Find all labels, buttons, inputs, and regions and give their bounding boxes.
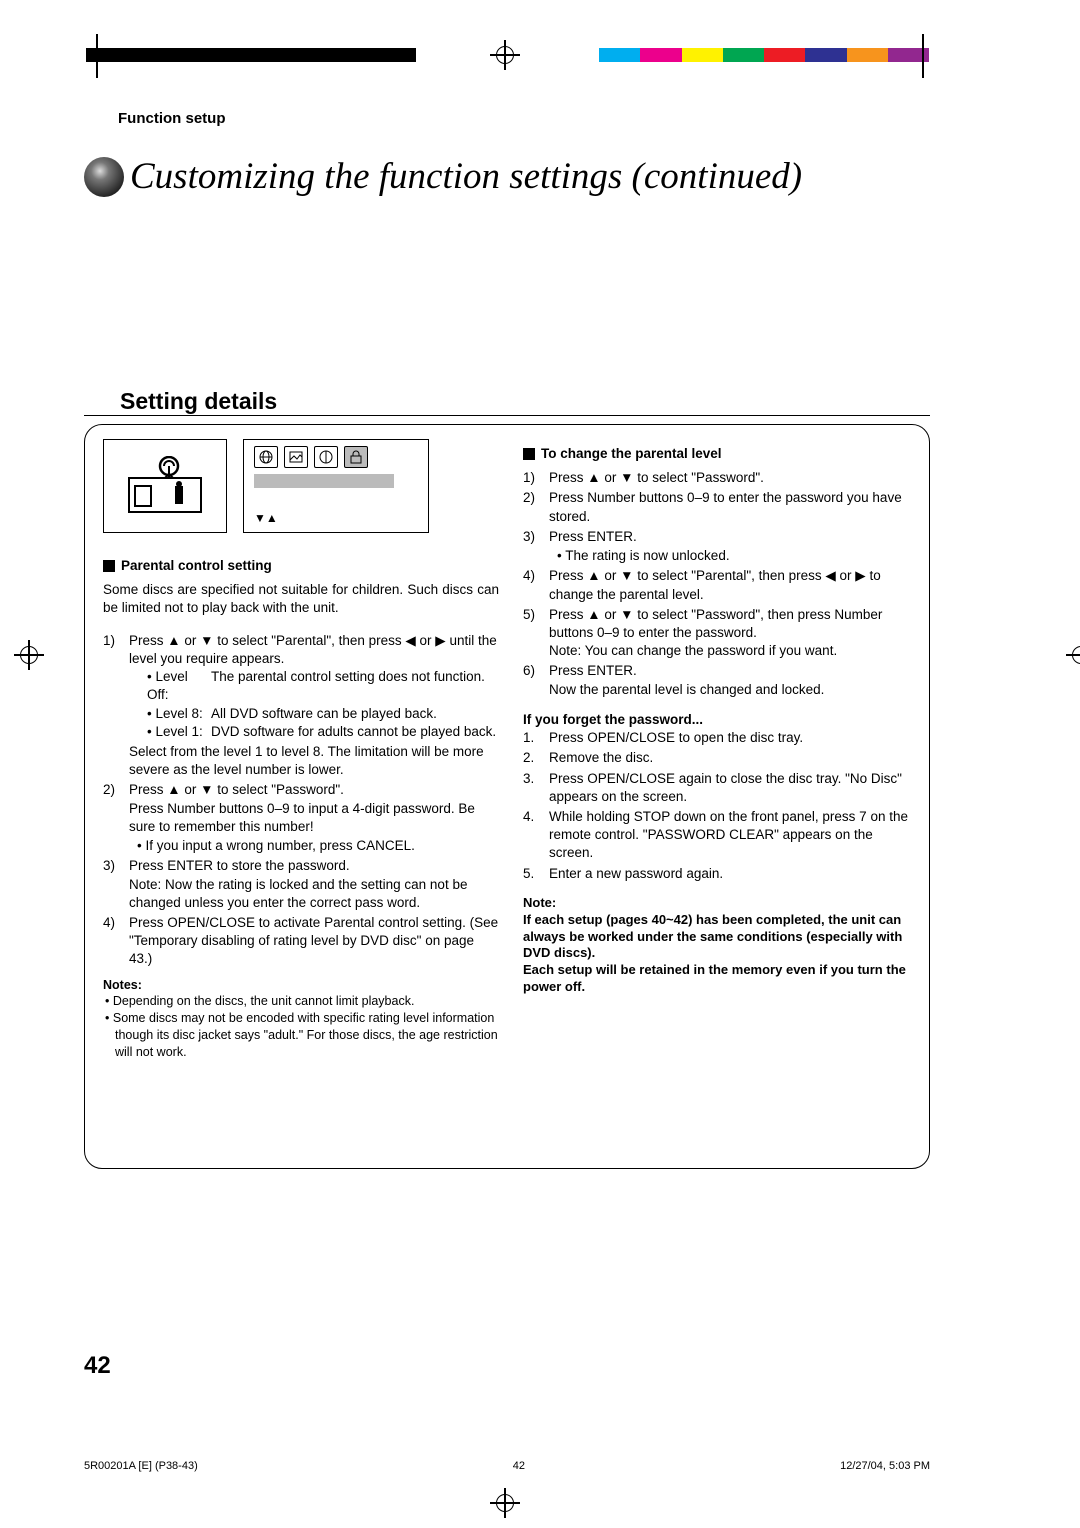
step-number: 3) bbox=[103, 857, 129, 912]
notes-heading: Notes: bbox=[103, 977, 499, 994]
step-text: Press OPEN/CLOSE to activate Parental co… bbox=[129, 914, 499, 969]
step-text: Press ENTER. bbox=[549, 528, 919, 546]
tick-mark bbox=[96, 34, 98, 78]
step-text: Press ▲ or ▼ to select "Password", then … bbox=[549, 606, 919, 642]
audio-icon bbox=[314, 446, 338, 468]
level-text: DVD software for adults cannot be played… bbox=[211, 723, 499, 741]
level-label: • Level 8: bbox=[147, 705, 211, 723]
subheading: To change the parental level bbox=[541, 445, 722, 463]
step-number: 4. bbox=[523, 808, 549, 863]
tick-mark bbox=[922, 34, 924, 78]
step-number: 3. bbox=[523, 770, 549, 806]
note-heading: Note: bbox=[523, 895, 919, 912]
page-number: 42 bbox=[84, 1352, 111, 1380]
step-number: 5) bbox=[523, 606, 549, 661]
step-number: 1. bbox=[523, 729, 549, 747]
level-text: All DVD software can be played back. bbox=[211, 705, 499, 723]
step-text: Press Number buttons 0–9 to input a 4-di… bbox=[129, 800, 499, 836]
content-frame: ▼▲ Parental control setting Some discs a… bbox=[84, 424, 930, 1169]
right-column: To change the parental level 1)Press ▲ o… bbox=[523, 439, 919, 1061]
device-diagram bbox=[103, 439, 227, 533]
note-item: Depending on the discs, the unit cannot … bbox=[103, 993, 499, 1010]
step-text: If you input a wrong number, press CANCE… bbox=[129, 837, 499, 855]
step-text: Enter a new password again. bbox=[549, 865, 919, 883]
step-text: Press OPEN/CLOSE to open the disc tray. bbox=[549, 729, 919, 747]
lock-icon bbox=[344, 446, 368, 468]
step-text: Press ENTER. bbox=[549, 662, 919, 680]
level-label: • Level Off: bbox=[147, 668, 211, 704]
step-text: The rating is now unlocked. bbox=[549, 547, 919, 565]
level-text: The parental control setting does not fu… bbox=[211, 668, 499, 704]
footer-doc-id: 5R00201A [E] (P38-43) bbox=[84, 1460, 198, 1472]
footer-page: 42 bbox=[513, 1460, 525, 1472]
globe-icon bbox=[254, 446, 278, 468]
step-number: 3) bbox=[523, 528, 549, 565]
osd-menu-diagram: ▼▲ bbox=[243, 439, 429, 533]
step-text: Press ▲ or ▼ to select "Password". bbox=[129, 781, 499, 799]
step-text: Note: Now the rating is locked and the s… bbox=[129, 876, 499, 912]
sphere-icon bbox=[84, 157, 124, 197]
step-number: 4) bbox=[103, 914, 129, 969]
step-text: Press ▲ or ▼ to select "Parental", then … bbox=[129, 633, 497, 666]
step-text: Now the parental level is changed and lo… bbox=[549, 681, 919, 699]
step-number: 2. bbox=[523, 749, 549, 767]
step-text: Remove the disc. bbox=[549, 749, 919, 767]
step-text: Note: You can change the password if you… bbox=[549, 642, 919, 660]
step-text: Press Number buttons 0–9 to enter the pa… bbox=[549, 489, 919, 525]
page-content: Function setup Customizing the function … bbox=[84, 110, 930, 1360]
subheading: Parental control setting bbox=[121, 557, 272, 575]
footer: 5R00201A [E] (P38-43) 42 12/27/04, 5:03 … bbox=[84, 1460, 930, 1472]
registration-bar-top bbox=[86, 34, 929, 76]
footer-date: 12/27/04, 5:03 PM bbox=[840, 1460, 930, 1472]
step-text: Press ▲ or ▼ to select "Parental", then … bbox=[549, 567, 919, 603]
nav-arrows-icon: ▼▲ bbox=[254, 510, 278, 526]
step-text: Select from the level 1 to level 8. The … bbox=[129, 743, 499, 779]
left-column: ▼▲ Parental control setting Some discs a… bbox=[103, 439, 499, 1061]
step-number: 5. bbox=[523, 865, 549, 883]
step-text: Press OPEN/CLOSE again to close the disc… bbox=[549, 770, 919, 806]
step-text: While holding STOP down on the front pan… bbox=[549, 808, 919, 863]
step-number: 1) bbox=[103, 632, 129, 780]
square-bullet-icon bbox=[103, 560, 115, 572]
step-number: 1) bbox=[523, 469, 549, 487]
note-body: Each setup will be retained in the memor… bbox=[523, 962, 919, 996]
page-title-row: Customizing the function settings (conti… bbox=[84, 155, 930, 198]
picture-icon bbox=[284, 446, 308, 468]
level-label: • Level 1: bbox=[147, 723, 211, 741]
crosshair-icon bbox=[490, 40, 520, 70]
page-title: Customizing the function settings (conti… bbox=[130, 155, 802, 198]
section-rule: Setting details bbox=[84, 388, 930, 416]
step-text: Press ▲ or ▼ to select "Password". bbox=[549, 469, 919, 487]
step-number: 2) bbox=[523, 489, 549, 525]
step-text: Press ENTER to store the password. bbox=[129, 857, 499, 875]
note-item: Some discs may not be encoded with speci… bbox=[103, 1010, 499, 1061]
square-bullet-icon bbox=[523, 448, 535, 460]
step-number: 4) bbox=[523, 567, 549, 603]
intro-text: Some discs are specified not suitable fo… bbox=[103, 581, 499, 617]
step-number: 6) bbox=[523, 662, 549, 698]
forgot-heading: If you forget the password... bbox=[523, 711, 919, 729]
section-header: Function setup bbox=[84, 110, 930, 127]
section-title: Setting details bbox=[84, 388, 930, 415]
note-body: If each setup (pages 40~42) has been com… bbox=[523, 912, 919, 963]
step-number: 2) bbox=[103, 781, 129, 855]
